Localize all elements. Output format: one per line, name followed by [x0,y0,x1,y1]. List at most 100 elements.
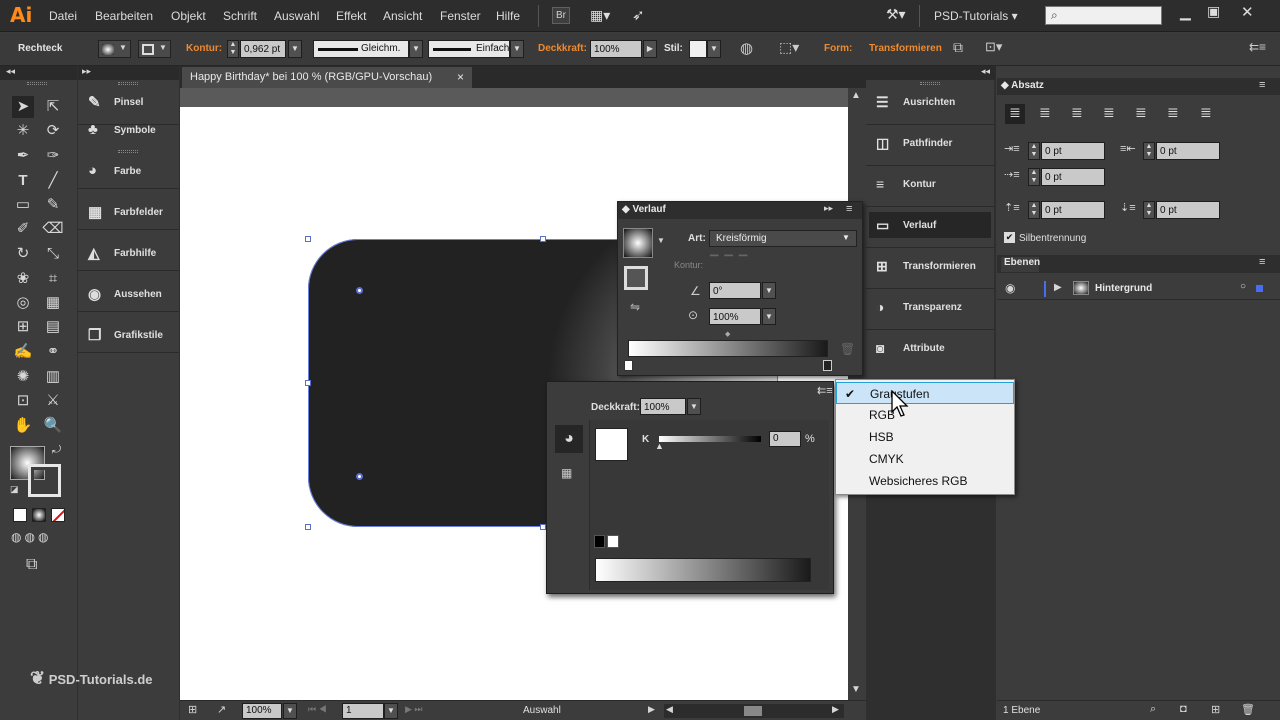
zoom-input[interactable]: 100% [242,703,282,719]
screen-mode-icon[interactable]: ⧉ [26,556,37,574]
k-slider-thumb[interactable]: ▲ [655,441,664,451]
justify-right-icon[interactable]: ≣ [1167,104,1179,121]
opacity-input[interactable]: 100% [590,40,642,58]
expand-icon[interactable]: ◂◂ [981,66,990,77]
panel-menu-icon[interactable]: ≡ [846,203,852,215]
indent-left-stepper[interactable]: ▲ ▼ [1028,142,1040,160]
menu-auswahl[interactable]: Auswahl [274,9,319,23]
grayscale-ramp[interactable] [595,558,811,582]
control-bar-menu-icon[interactable]: ⇇≡ [1249,40,1266,54]
corner-widget[interactable] [356,287,363,294]
panel-farbe[interactable]: ◕ Farbe [86,162,176,180]
magic-wand-tool-icon[interactable]: ✳ [12,120,34,142]
type-tool-icon[interactable]: T [12,170,34,192]
scale-tool-icon[interactable]: ⤡ [42,243,64,265]
gradient-slider[interactable] [628,340,828,357]
gradient-panel-header[interactable]: ◆ Verlauf ▸▸ ≡ [618,202,862,219]
popup-opacity-input[interactable]: 100% [640,398,686,415]
first-artboard-icon[interactable]: ⏮ ◀ [308,704,327,715]
reverse-gradient-icon[interactable]: ⇋ [630,300,640,314]
black-swatch[interactable] [594,535,605,548]
isolate-icon[interactable]: ⧉ [953,39,963,56]
workspace-switcher[interactable]: PSD-Tutorials ▾ [934,9,1018,23]
scroll-up-icon[interactable]: ▲ [851,90,861,101]
indent-right-input[interactable]: 0 pt [1156,142,1220,160]
panel-ausrichten[interactable]: ☰ Ausrichten [872,92,990,114]
panel-verlauf[interactable]: ▭ Verlauf [872,215,990,237]
expand-layer-icon[interactable]: ▶ [1054,282,1062,293]
ebenen-tab[interactable]: Ebenen [1001,257,1040,272]
slice-tool-icon[interactable]: ⚔ [42,390,64,412]
scroll-thumb[interactable] [744,706,762,716]
eraser-tool-icon[interactable]: ⌫ [42,218,64,240]
menu-item-cmyk[interactable]: CMYK [836,448,1014,470]
chevron-down-icon[interactable]: ▼ [657,236,665,245]
kontur-width-input[interactable]: 0,962 pt [240,40,286,58]
arrange-icon[interactable]: ⊡▾ [985,39,1002,55]
popup-menu-icon[interactable]: ⇇≡ [817,384,833,397]
column-graph-tool-icon[interactable]: ▥ [42,366,64,388]
panel-transparenz[interactable]: ◑ Transparenz [872,297,990,319]
popup-opacity-dropdown[interactable]: ▼ [687,398,701,415]
space-after-stepper[interactable]: ▲ ▼ [1143,201,1155,219]
share-icon[interactable]: ↗ [217,703,226,716]
color-mode-icon[interactable] [13,508,27,522]
blend-tool-icon[interactable]: ⚭ [42,341,64,363]
panel-farbfelder[interactable]: ▦ Farbfelder [86,204,176,221]
layer-row[interactable]: ◉ ▶ Hintergrund ○ [997,278,1280,300]
aspect-ratio-dropdown[interactable]: ▼ [762,308,776,325]
scroll-right-icon[interactable]: ▶ [832,704,839,715]
pen-tool-icon[interactable]: ✒ [12,145,34,167]
clipping-mask-icon[interactable]: ◘ [1180,703,1187,715]
stroke-gradient-buttons[interactable]: ▔▔▔ [710,255,782,272]
menu-objekt[interactable]: Objekt [171,9,206,23]
scroll-left-icon[interactable]: ◀ [666,704,673,715]
rotate-tool-icon[interactable]: ↻ [12,243,34,265]
artboard-tool-icon[interactable]: ⊡ [12,390,34,412]
pencil-tool-icon[interactable]: ✐ [12,218,34,240]
sync-settings-icon[interactable]: ⚒▾ [886,6,906,23]
gradient-type-select[interactable]: Kreisförmig ▼ [709,230,857,247]
brush-definition[interactable]: Einfach [428,40,510,58]
midpoint-diamond[interactable]: ◆ [725,330,730,338]
fill-swatch[interactable]: ▼ [98,40,131,58]
selection-tool-icon[interactable]: ➤ [12,96,34,118]
align-right-icon[interactable]: ≣ [1071,104,1083,121]
space-before-input[interactable]: 0 pt [1041,201,1105,219]
drawing-modes-icon[interactable]: ◍◍◍ [11,530,51,544]
document-tab[interactable]: Happy Birthday* bei 100 % (RGB/GPU-Vorsc… [182,67,472,88]
k-value-input[interactable]: 0 [769,431,801,447]
align-selection-icon[interactable]: ⬚▾ [779,39,799,56]
color-palette-icon[interactable]: ◕ [555,425,583,453]
zoom-dropdown[interactable]: ▼ [283,703,297,719]
default-colors-icon[interactable]: ◪ [10,484,19,495]
transformieren-link[interactable]: Transformieren [869,43,942,54]
first-line-stepper[interactable]: ▲ ▼ [1028,168,1040,186]
bounding-handle[interactable] [305,380,311,386]
panel-symbole[interactable]: ♣ Symbole [86,121,176,139]
rulers-icon[interactable]: ⊞ [188,703,197,716]
first-line-input[interactable]: 0 pt [1041,168,1105,186]
brush-dropdown[interactable]: ▼ [510,40,524,58]
form-link[interactable]: Form: [824,43,852,54]
panel-farbhilfe[interactable]: ◭ Farbhilfe [86,245,176,262]
arrange-documents-icon[interactable]: ▦▾ [590,7,618,24]
lasso-tool-icon[interactable]: ⟳ [42,120,64,142]
search-input[interactable]: ⌕ [1045,6,1162,25]
artboard-number-input[interactable]: 1 [342,703,384,719]
angle-input[interactable]: 0° [709,282,761,299]
align-center-icon[interactable]: ≣ [1039,104,1051,121]
free-transform-tool-icon[interactable]: ⌗ [42,268,64,290]
symbol-sprayer-tool-icon[interactable]: ✺ [12,366,34,388]
absatz-title[interactable]: ◆ Absatz [1001,80,1044,91]
visibility-eye-icon[interactable]: ◉ [1005,281,1015,295]
horizontal-scrollbar[interactable]: ◀ ▶ [664,704,844,718]
panel-kontur[interactable]: ≡ Kontur [872,174,990,196]
swatches-grid-icon[interactable]: ▦ [561,466,572,480]
zoom-tool-icon[interactable]: 🔍 [42,415,64,437]
direct-selection-tool-icon[interactable]: ⇱ [42,96,64,118]
gpu-performance-icon[interactable]: ➶ [632,6,645,24]
bounding-handle[interactable] [305,524,311,530]
bounding-handle[interactable] [540,236,546,242]
selection-indicator[interactable] [1256,285,1263,292]
